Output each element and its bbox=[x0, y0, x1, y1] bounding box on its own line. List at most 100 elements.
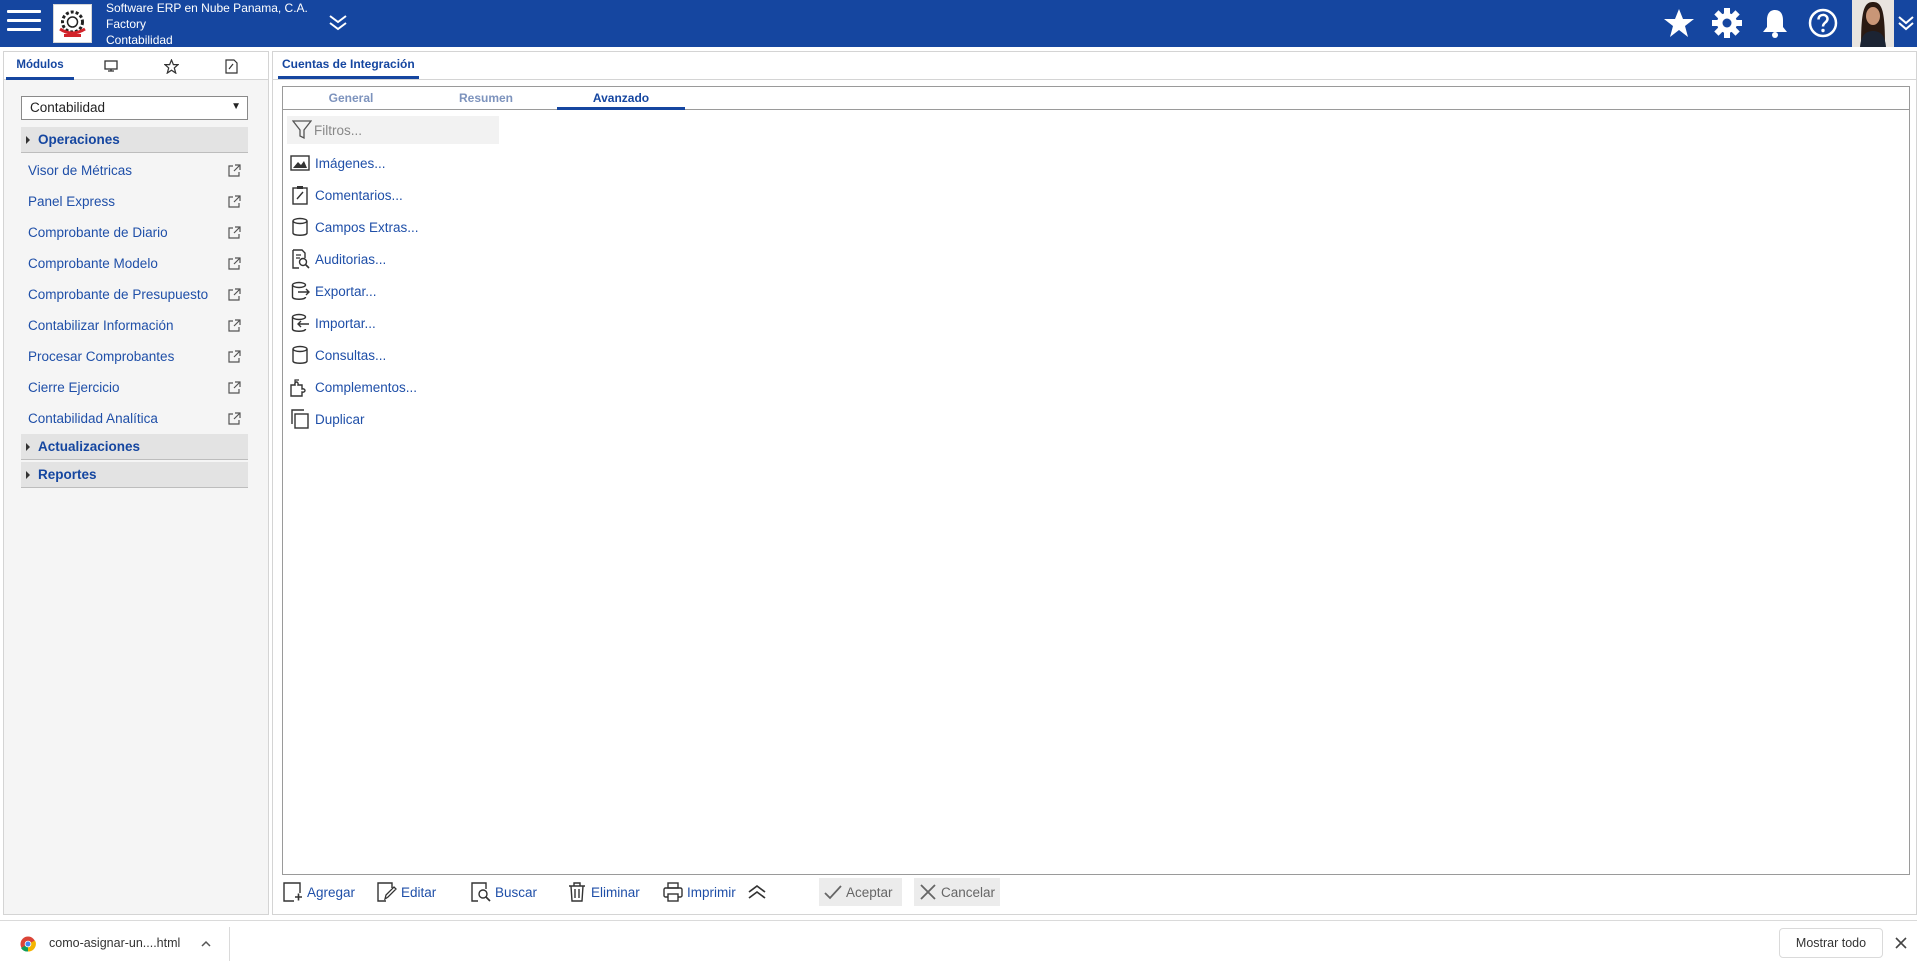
filter-placeholder: Filtros... bbox=[314, 123, 363, 138]
action-label: Complementos... bbox=[315, 380, 418, 395]
clipboard-icon bbox=[292, 186, 308, 205]
subtab-general[interactable]: General bbox=[287, 87, 415, 110]
action-label: Comentarios... bbox=[315, 188, 403, 203]
trash-icon bbox=[569, 882, 585, 902]
check-icon bbox=[824, 885, 842, 900]
show-all-button[interactable]: Mostrar todo bbox=[1779, 928, 1883, 958]
document-link-icon[interactable] bbox=[206, 52, 256, 80]
menu-item-cierre-ejercicio[interactable]: Cierre Ejercicio bbox=[28, 380, 243, 402]
menu-item-label: Panel Express bbox=[28, 194, 116, 209]
external-link-icon bbox=[228, 288, 241, 301]
search-button[interactable]: Buscar bbox=[471, 878, 539, 906]
edit-icon bbox=[377, 882, 397, 902]
avatar[interactable] bbox=[1852, 0, 1894, 47]
menu-item-comprobante-presupuesto[interactable]: Comprobante de Presupuesto bbox=[28, 287, 243, 309]
external-link-icon bbox=[228, 319, 241, 332]
action-label: Exportar... bbox=[315, 284, 377, 299]
copy-icon bbox=[291, 409, 309, 429]
add-document-icon bbox=[283, 882, 302, 902]
close-icon[interactable] bbox=[1893, 935, 1909, 951]
edit-label: Editar bbox=[401, 885, 437, 900]
external-link-icon bbox=[228, 164, 241, 177]
action-label: Imágenes... bbox=[315, 156, 386, 171]
divider bbox=[229, 927, 230, 961]
print-button[interactable]: Imprimir bbox=[663, 878, 741, 906]
accept-button[interactable]: Aceptar bbox=[819, 878, 902, 906]
external-link-icon bbox=[228, 381, 241, 394]
subtab-resumen[interactable]: Resumen bbox=[422, 87, 550, 110]
add-button[interactable]: Agregar bbox=[283, 878, 355, 906]
export-icon bbox=[291, 281, 310, 300]
import-icon bbox=[291, 313, 309, 332]
main-panel: Cuentas de Integración General Resumen A… bbox=[272, 51, 1917, 915]
chevron-up-icon[interactable] bbox=[200, 938, 212, 950]
section-label: Actualizaciones bbox=[38, 439, 141, 454]
menu-item-comprobante-diario[interactable]: Comprobante de Diario bbox=[28, 225, 243, 247]
subtab-avanzado[interactable]: Avanzado bbox=[557, 87, 685, 110]
search-document-icon bbox=[471, 882, 491, 902]
collapse-toolbar-button[interactable] bbox=[747, 878, 767, 906]
printer-icon bbox=[663, 882, 683, 902]
section-actualizaciones[interactable]: Actualizaciones bbox=[21, 434, 248, 460]
tab-cuentas-integracion[interactable]: Cuentas de Integración bbox=[278, 52, 419, 79]
puzzle-icon bbox=[290, 379, 306, 397]
menu-item-comprobante-modelo[interactable]: Comprobante Modelo bbox=[28, 256, 243, 278]
section-label: Operaciones bbox=[38, 132, 120, 147]
menu-item-contabilidad-analitica[interactable]: Contabilidad Analítica bbox=[28, 411, 243, 433]
double-chevron-up-icon bbox=[748, 884, 766, 899]
branch-name: Factory bbox=[106, 17, 147, 31]
section-operaciones[interactable]: Operaciones bbox=[21, 127, 248, 153]
tab-modulos[interactable]: Módulos bbox=[6, 52, 74, 80]
image-icon bbox=[290, 155, 310, 171]
section-label: Reportes bbox=[38, 467, 97, 482]
section-reportes[interactable]: Reportes bbox=[21, 462, 248, 488]
star-icon[interactable] bbox=[1663, 7, 1695, 39]
menu-item-visor-metricas[interactable]: Visor de Métricas bbox=[28, 163, 243, 185]
action-label: Importar... bbox=[315, 316, 376, 331]
menu-icon[interactable] bbox=[7, 10, 41, 36]
edit-button[interactable]: Editar bbox=[377, 878, 441, 906]
menu-item-label: Visor de Métricas bbox=[28, 163, 133, 178]
filter-input[interactable]: Filtros... bbox=[287, 116, 499, 144]
menu-item-procesar-comprobantes[interactable]: Procesar Comprobantes bbox=[28, 349, 243, 371]
action-label: Consultas... bbox=[315, 348, 387, 363]
divider bbox=[273, 79, 1916, 80]
help-icon[interactable] bbox=[1807, 7, 1839, 39]
delete-button[interactable]: Eliminar bbox=[567, 878, 643, 906]
gear-icon[interactable] bbox=[1711, 7, 1743, 39]
expand-triangle-icon bbox=[26, 136, 30, 144]
expand-triangle-icon bbox=[26, 471, 30, 479]
external-link-icon bbox=[228, 195, 241, 208]
print-label: Imprimir bbox=[687, 885, 736, 900]
external-link-icon bbox=[228, 257, 241, 270]
expand-triangle-icon bbox=[26, 443, 30, 451]
expand-icon[interactable] bbox=[326, 12, 350, 32]
module-select[interactable]: Contabilidad ▼ bbox=[21, 96, 248, 120]
filter-icon bbox=[292, 120, 312, 140]
form-frame: General Resumen Avanzado Filtros... Imág… bbox=[282, 86, 1910, 875]
company-logo[interactable] bbox=[53, 4, 92, 43]
menu-item-label: Cierre Ejercicio bbox=[28, 380, 120, 395]
menu-item-label: Contabilidad Analítica bbox=[28, 411, 158, 426]
menu-item-contabilizar-informacion[interactable]: Contabilizar Información bbox=[28, 318, 243, 340]
audit-icon bbox=[292, 249, 310, 269]
top-bar: Software ERP en Nube Panama, C.A. Factor… bbox=[0, 0, 1917, 47]
star-outline-icon[interactable] bbox=[146, 52, 196, 80]
menu-item-label: Comprobante de Diario bbox=[28, 225, 168, 240]
menu-item-panel-express[interactable]: Panel Express bbox=[28, 194, 243, 216]
menu-item-label: Comprobante Modelo bbox=[28, 256, 158, 271]
monitor-icon[interactable] bbox=[86, 52, 136, 80]
chrome-icon bbox=[20, 936, 36, 952]
external-link-icon bbox=[228, 412, 241, 425]
module-select-value: Contabilidad bbox=[30, 100, 106, 115]
bell-icon[interactable] bbox=[1759, 7, 1791, 39]
accept-label: Aceptar bbox=[846, 885, 893, 900]
action-label: Duplicar bbox=[315, 412, 365, 427]
chevron-down-icon[interactable] bbox=[1896, 12, 1916, 32]
subtabs: General Resumen Avanzado bbox=[283, 87, 1909, 110]
dropdown-arrow-icon: ▼ bbox=[231, 101, 241, 112]
cancel-button[interactable]: Cancelar bbox=[914, 878, 1000, 906]
company-info: Software ERP en Nube Panama, C.A. Factor… bbox=[106, 0, 308, 48]
delete-label: Eliminar bbox=[591, 885, 640, 900]
action-label: Auditorias... bbox=[315, 252, 387, 267]
